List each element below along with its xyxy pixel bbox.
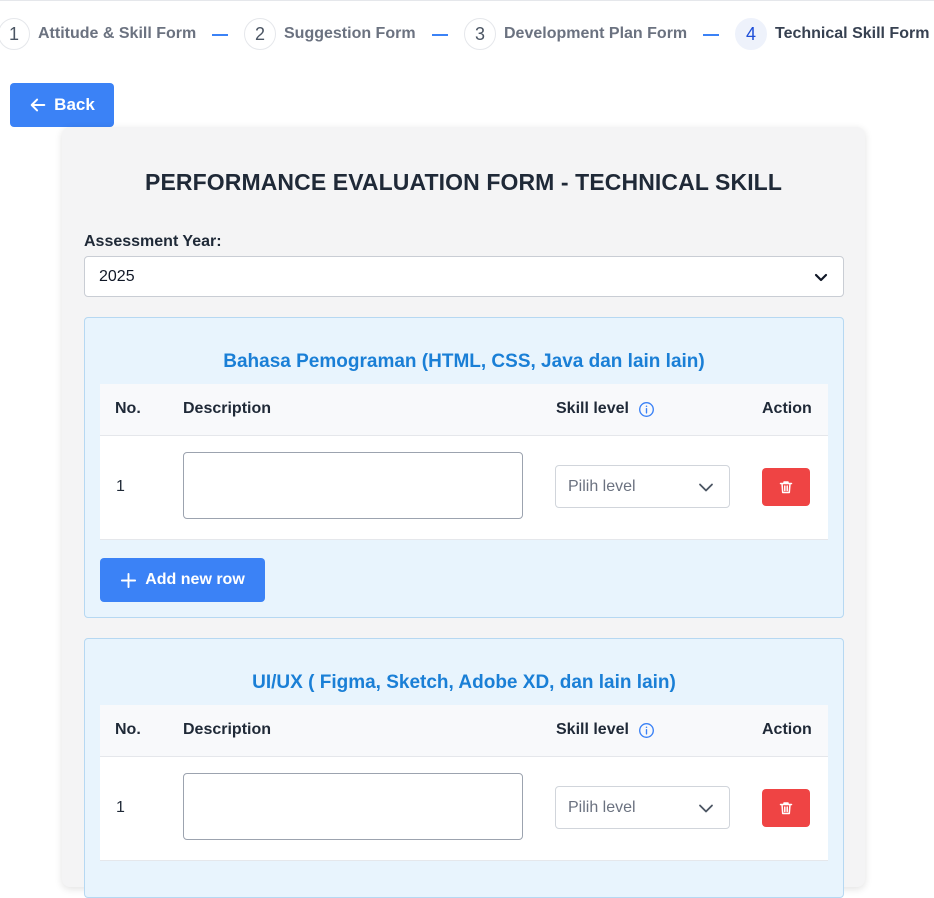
header-skill-level: Skill level — [556, 400, 655, 418]
step-suggestion[interactable]: 2 Suggestion Form — [244, 18, 416, 50]
row-number: 1 — [116, 478, 125, 495]
skill-category-section: Bahasa Pemograman (HTML, CSS, Java dan l… — [84, 317, 844, 618]
table-row: 1 Pilih level — [100, 436, 828, 540]
step-attitude-skill[interactable]: 1 Attitude & Skill Form — [0, 18, 196, 50]
table-header: No. Description Skill level Action — [100, 705, 828, 757]
assessment-year-label: Assessment Year: — [84, 233, 222, 250]
add-new-row-label: Add new row — [145, 571, 245, 588]
header-action: Action — [762, 721, 812, 738]
step-number: 4 — [735, 18, 767, 50]
info-icon[interactable] — [638, 722, 655, 739]
row-number: 1 — [116, 799, 125, 816]
step-label: Technical Skill Form — [775, 25, 930, 42]
header-skill-level-label: Skill level — [556, 721, 629, 738]
step-separator — [703, 34, 719, 36]
trash-icon — [779, 802, 793, 815]
header-no: No. — [115, 400, 141, 417]
skill-level-placeholder: Pilih level — [568, 798, 636, 816]
skill-table: No. Description Skill level Action 1 Pil… — [100, 384, 828, 540]
form-stepper: 1 Attitude & Skill Form 2 Suggestion For… — [0, 18, 934, 52]
assessment-year-value: 2025 — [99, 267, 135, 285]
form-title: PERFORMANCE EVALUATION FORM - TECHNICAL … — [145, 169, 782, 195]
back-button-label: Back — [54, 95, 95, 114]
step-separator — [432, 34, 448, 36]
step-technical-skill[interactable]: 4 Technical Skill Form — [735, 18, 929, 50]
delete-row-button[interactable] — [762, 468, 810, 506]
header-description: Description — [183, 721, 272, 738]
skill-level-select[interactable]: Pilih level — [555, 465, 730, 508]
header-no: No. — [115, 721, 141, 738]
plus-icon — [121, 572, 137, 588]
delete-row-button[interactable] — [762, 789, 810, 827]
form-card: PERFORMANCE EVALUATION FORM - TECHNICAL … — [62, 127, 865, 898]
header-action: Action — [762, 400, 812, 417]
step-number: 2 — [244, 18, 276, 50]
step-label: Suggestion Form — [284, 25, 416, 42]
description-input[interactable] — [183, 452, 523, 519]
back-button[interactable]: Back — [10, 83, 114, 127]
header-skill-level-label: Skill level — [556, 400, 629, 417]
assessment-year-select[interactable]: 2025 — [84, 256, 844, 297]
step-separator — [212, 34, 228, 36]
trash-icon — [779, 481, 793, 494]
header-description: Description — [183, 400, 272, 417]
skill-level-placeholder: Pilih level — [568, 477, 636, 495]
step-label: Attitude & Skill Form — [38, 25, 197, 42]
step-number: 3 — [464, 18, 496, 50]
description-input[interactable] — [183, 773, 523, 840]
chevron-down-icon — [699, 804, 713, 812]
table-row: 1 Pilih level — [100, 757, 828, 861]
skill-level-select[interactable]: Pilih level — [555, 786, 730, 829]
header-skill-level: Skill level — [556, 721, 655, 739]
step-label: Development Plan Form — [504, 25, 688, 42]
step-development-plan[interactable]: 3 Development Plan Form — [464, 18, 687, 50]
chevron-down-icon — [699, 483, 713, 491]
section-title: UI/UX ( Figma, Sketch, Adobe XD, dan lai… — [252, 672, 676, 693]
skill-category-section: UI/UX ( Figma, Sketch, Adobe XD, dan lai… — [84, 638, 844, 898]
info-icon[interactable] — [638, 401, 655, 418]
table-header: No. Description Skill level Action — [100, 384, 828, 436]
add-new-row-button[interactable]: Add new row — [100, 558, 265, 602]
chevron-down-icon — [814, 273, 828, 281]
step-number: 1 — [0, 18, 30, 50]
skill-table: No. Description Skill level Action 1 Pil… — [100, 705, 828, 861]
arrow-left-icon — [30, 98, 46, 112]
top-divider — [0, 0, 934, 1]
section-title: Bahasa Pemograman (HTML, CSS, Java dan l… — [223, 351, 705, 372]
